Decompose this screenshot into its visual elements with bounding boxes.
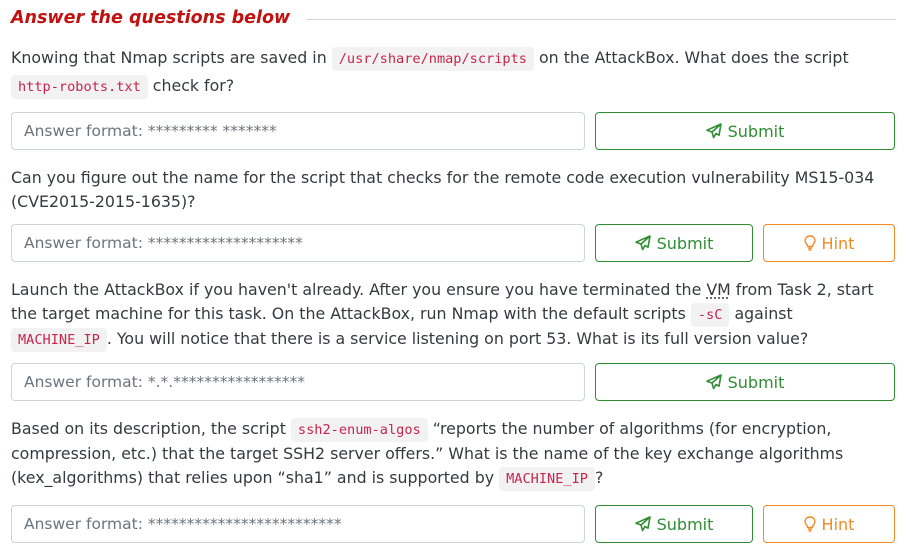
answer-row-3: Submit [11, 363, 896, 401]
question-text-segment: on the AttackBox. What does the script [533, 48, 849, 67]
submit-button[interactable]: Submit [595, 112, 895, 150]
answer-row-2: Submit Hint [11, 224, 896, 262]
inline-code-script: http-robots.txt [11, 75, 148, 99]
answer-input[interactable] [11, 112, 585, 150]
question-text-segment: against [729, 304, 793, 323]
submit-label: Submit [656, 233, 714, 253]
question-text-segment: check for? [147, 76, 235, 95]
question-text-segment: Can you figure out the name for the scri… [11, 168, 875, 211]
answer-input[interactable] [11, 505, 585, 543]
submit-label: Submit [727, 372, 785, 392]
question-text-segment: . You will notice that there is a servic… [106, 329, 809, 348]
inline-code-machine-ip: MACHINE_IP [499, 467, 595, 491]
paper-plane-icon [705, 374, 722, 390]
question-text-segment: Based on its description, the script [11, 419, 291, 438]
answer-input[interactable] [11, 363, 585, 401]
paper-plane-icon [634, 235, 651, 251]
lightbulb-icon [803, 516, 816, 532]
task-questions-panel: Answer the questions below Knowing that … [0, 0, 908, 557]
section-header: Answer the questions below [11, 5, 896, 31]
question-3-text: Launch the AttackBox if you haven't alre… [11, 278, 896, 352]
question-2-text: Can you figure out the name for the scri… [11, 166, 896, 214]
inline-code-script: ssh2-enum-algos [290, 418, 428, 442]
question-text-segment: Knowing that Nmap scripts are saved in [11, 48, 332, 67]
abbr-vm: VM [706, 280, 731, 299]
question-4-text: Based on its description, the script ssh… [11, 417, 896, 491]
question-text-segment: ? [594, 468, 604, 487]
hint-button[interactable]: Hint [763, 505, 895, 543]
inline-code-path: /usr/share/nmap/scripts [331, 47, 534, 71]
question-text-segment: Launch the AttackBox if you haven't alre… [11, 280, 707, 299]
submit-button[interactable]: Submit [595, 224, 753, 262]
question-1-text: Knowing that Nmap scripts are saved in /… [11, 46, 896, 101]
hint-label: Hint [821, 233, 855, 253]
answer-row-4: Submit Hint [11, 505, 896, 543]
inline-code-machine-ip: MACHINE_IP [11, 328, 107, 352]
paper-plane-icon [705, 123, 722, 139]
section-title: Answer the questions below [11, 8, 291, 28]
submit-button[interactable]: Submit [595, 505, 753, 543]
lightbulb-icon [803, 235, 816, 251]
submit-label: Submit [656, 514, 714, 534]
header-divider [306, 18, 896, 20]
inline-code-flag: -sC [690, 303, 730, 327]
submit-button[interactable]: Submit [595, 363, 895, 401]
hint-button[interactable]: Hint [763, 224, 895, 262]
answer-row-1: Submit [11, 112, 896, 150]
submit-label: Submit [727, 121, 785, 141]
hint-label: Hint [821, 514, 855, 534]
paper-plane-icon [634, 516, 651, 532]
answer-input[interactable] [11, 224, 585, 262]
